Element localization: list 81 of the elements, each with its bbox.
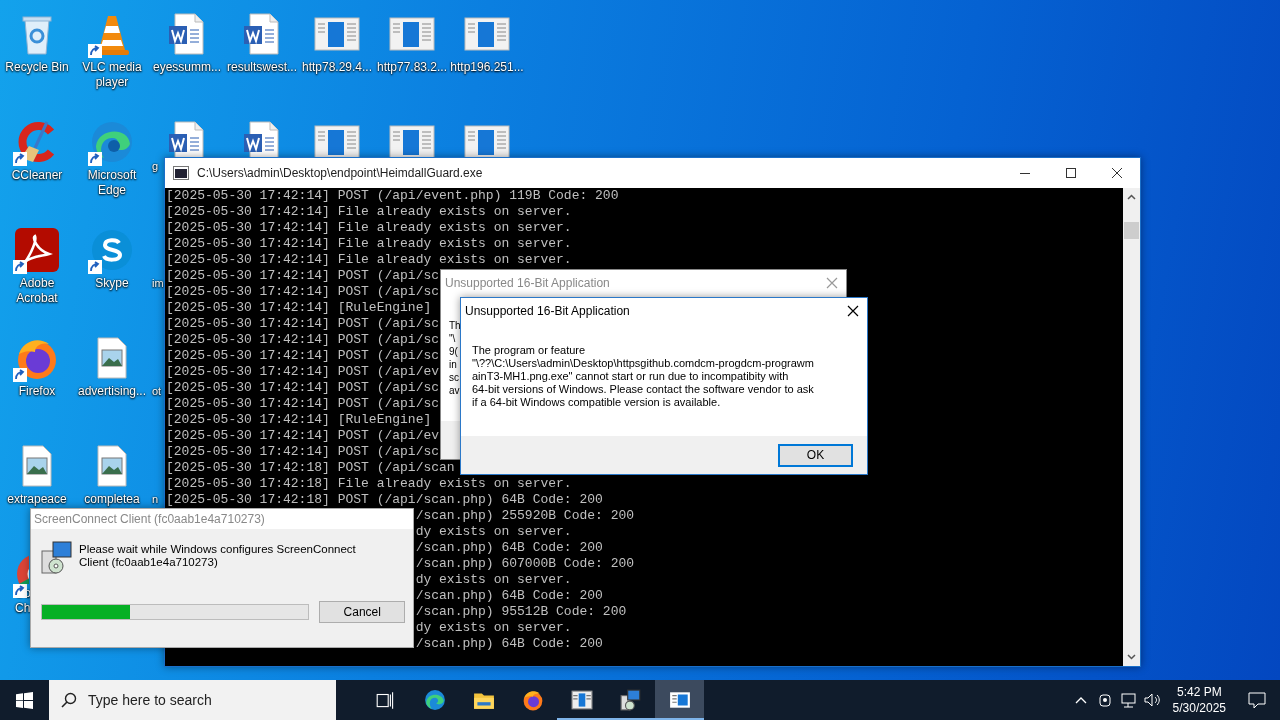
close-icon[interactable] xyxy=(1112,168,1122,178)
console-line: [2025-05-30 17:42:14] File already exists on server. xyxy=(166,204,572,220)
close-icon[interactable] xyxy=(847,305,859,317)
console-line: [2025-05-30 17:42:14] POST (/api/sc xyxy=(166,284,440,300)
scrollbar-thumb[interactable] xyxy=(1124,222,1139,239)
window-app-icon xyxy=(570,689,593,711)
icon-label[interactable]: http78.29.4... xyxy=(301,60,373,75)
message-text: sc xyxy=(449,371,459,384)
installer-icon xyxy=(41,541,73,575)
console-line: [2025-05-30 17:42:14] POST (/api/sc xyxy=(166,332,440,348)
icon-label[interactable]: n xyxy=(152,492,159,507)
console-line: /scan.php) 255920B Code: 200 xyxy=(415,508,635,524)
icon-label[interactable]: ot xyxy=(152,384,162,399)
ok-button[interactable]: OK xyxy=(778,443,853,467)
search-icon xyxy=(61,692,77,708)
console-line: /scan.php) 64B Code: 200 xyxy=(415,636,603,652)
message-text: The program or feature "\??\C:\Users\admin\Desktop\httpsgithub.comdcm-progdcm-prograwm ainT3-MH1.png.exe" cannot start or run due to incompatibity with 64-bit versions of Windows. Please contact the software vendor to ask if a 64-bit Windows compatible version is available. xyxy=(472,344,815,409)
icon-label[interactable]: Recycle Bin xyxy=(5,60,69,75)
console-line: [2025-05-30 17:42:14] File already exists on server. xyxy=(166,236,572,252)
windows-logo-icon xyxy=(16,691,33,709)
console-line: [2025-05-30 17:42:14] POST (/api/sc xyxy=(166,348,440,364)
console-icon xyxy=(173,166,189,180)
console-line: [2025-05-30 17:42:18] POST (/api/scan xyxy=(166,460,455,476)
icon-label[interactable]: Skype xyxy=(95,276,129,291)
icon-label[interactable]: completea xyxy=(84,492,140,507)
console-line: [2025-05-30 17:42:14] [RuleEngine] xyxy=(166,300,432,316)
taskbar-button[interactable] xyxy=(655,680,704,720)
console-line: [2025-05-30 17:42:18] POST (/api/scan.php) 64B Code: 200 xyxy=(166,492,603,508)
pdf-icon[interactable] xyxy=(13,226,61,274)
icon-label[interactable]: eyessumm... xyxy=(153,60,221,75)
console-line: [2025-05-30 17:42:14] POST (/api/sc xyxy=(166,396,440,412)
console-window-icon xyxy=(668,689,691,711)
console-line: /scan.php) 64B Code: 200 xyxy=(415,588,603,604)
clock-time[interactable]: 5:42 PM xyxy=(1172,684,1226,700)
clock-date[interactable]: 5/30/2025 xyxy=(1172,700,1226,716)
console-line: dy exists on server. xyxy=(415,524,572,540)
message-text: Th xyxy=(449,319,461,332)
search-field[interactable]: Type here to search xyxy=(49,680,336,720)
icon-label[interactable]: http77.83.2... xyxy=(376,60,448,75)
console-line: /scan.php) 95512B Code: 200 xyxy=(415,604,627,620)
installer-icon xyxy=(619,689,642,711)
console-line: [2025-05-30 17:42:14] POST (/api/ev xyxy=(166,364,440,380)
console-line: [2025-05-30 17:42:14] File already exists on server. xyxy=(166,252,572,268)
console-line: [2025-05-30 17:42:14] POST (/api/ev xyxy=(166,428,440,444)
browser-icon xyxy=(521,689,544,711)
icon-label[interactable]: Microsoft Edge xyxy=(75,168,149,198)
console-line: [2025-05-30 17:42:14] File already exists on server. xyxy=(166,220,572,236)
icon-label[interactable]: Firefox xyxy=(18,384,56,399)
cancel-button[interactable]: Cancel xyxy=(319,601,405,623)
message-text: 9( xyxy=(449,345,458,358)
console-line: [2025-05-30 17:42:14] POST (/api/sc xyxy=(166,268,440,284)
console-line: [2025-05-30 17:42:14] POST (/api/event.php) 119B Code: 200 xyxy=(166,188,619,204)
console-line: [2025-05-30 17:42:14] [RuleEngine] xyxy=(166,412,432,428)
console-line: dy exists on server. xyxy=(415,620,572,636)
icon-label[interactable]: resultswest... xyxy=(227,60,297,75)
message-text: Please wait while Windows configures ScreenConnect Client (fc0aab1e4a710273) xyxy=(79,543,357,570)
scrollbar[interactable] xyxy=(1123,188,1140,666)
message-text: in xyxy=(449,358,457,371)
dialog-title: ScreenConnect Client (fc0aab1e4a710273) xyxy=(34,511,265,528)
console-line: /scan.php) 64B Code: 200 xyxy=(415,540,603,556)
dialog-title: Unsupported 16-Bit Application xyxy=(445,275,610,292)
message-text: "\ xyxy=(449,332,456,345)
message-text: av xyxy=(449,384,460,397)
maximize-icon[interactable] xyxy=(1066,168,1076,178)
console-line: [2025-05-30 17:42:14] POST (/api/sc xyxy=(166,444,440,460)
icon-label[interactable]: VLC media player xyxy=(75,60,149,90)
browser-icon xyxy=(423,689,446,711)
icon-label[interactable]: http196.251... xyxy=(450,60,524,75)
window-title: C:\Users\admin\Desktop\endpoint\HeimdallGuard.exe xyxy=(197,165,483,182)
icon-label[interactable]: Adobe Acrobat xyxy=(0,276,74,306)
console-line: /scan.php) 607000B Code: 200 xyxy=(415,556,635,572)
icon-label[interactable]: CCleaner xyxy=(11,168,63,183)
icon-label[interactable]: g xyxy=(152,159,159,174)
console-line: [2025-05-30 17:42:14] POST (/api/sc xyxy=(166,316,440,332)
console-line: [2025-05-30 17:42:14] POST (/api/sc xyxy=(166,380,440,396)
dialog-title: Unsupported 16-Bit Application xyxy=(465,303,630,320)
icon-label[interactable]: extrapeace xyxy=(7,492,67,507)
console-line: dy exists on server. xyxy=(415,572,572,588)
console-line: [2025-05-30 17:42:18] File already exists on server. xyxy=(166,476,572,492)
icon-label[interactable]: im xyxy=(152,276,164,291)
icon-label[interactable]: advertising... xyxy=(77,384,146,399)
